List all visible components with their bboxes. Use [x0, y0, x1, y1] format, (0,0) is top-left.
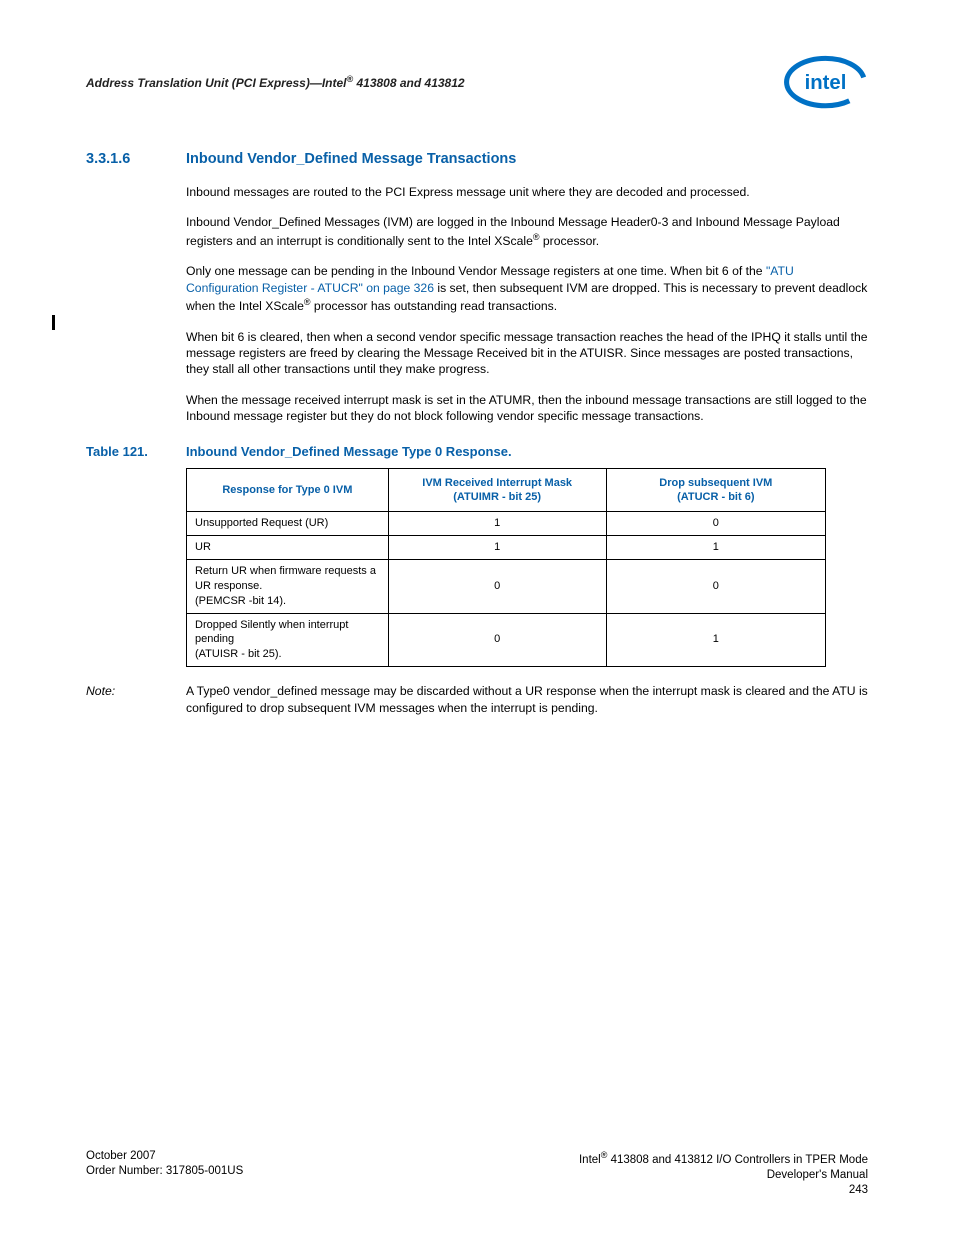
- paragraph: When the message received interrupt mask…: [186, 392, 868, 425]
- table-row: Dropped Silently when interrupt pending …: [187, 613, 826, 667]
- cell: Unsupported Request (UR): [187, 512, 389, 536]
- cell: 1: [388, 512, 606, 536]
- page-header: Address Translation Unit (PCI Express)—I…: [86, 55, 868, 110]
- footer-pagenum: 243: [579, 1183, 868, 1199]
- section-title: Inbound Vendor_Defined Message Transacti…: [186, 150, 516, 170]
- note-label: Note:: [86, 683, 186, 716]
- footer-product: Intel® 413808 and 413812 I/O Controllers…: [579, 1149, 868, 1168]
- paragraph: Only one message can be pending in the I…: [186, 263, 868, 314]
- footer-date: October 2007: [86, 1149, 243, 1165]
- col-header: IVM Received Interrupt Mask(ATUIMR - bit…: [388, 469, 606, 512]
- revision-bar: [52, 315, 55, 330]
- table-label: Table 121.: [86, 443, 186, 461]
- footer-order: Order Number: 317805-001US: [86, 1164, 243, 1180]
- col-header: Drop subsequent IVM(ATUCR - bit 6): [606, 469, 825, 512]
- table-caption-row: Table 121. Inbound Vendor_Defined Messag…: [86, 443, 868, 461]
- svg-text:intel: intel: [805, 72, 847, 94]
- paragraph: Inbound messages are routed to the PCI E…: [186, 184, 868, 200]
- cell: 0: [606, 560, 825, 614]
- intel-logo: intel: [783, 55, 868, 110]
- section-heading: 3.3.1.6 Inbound Vendor_Defined Message T…: [86, 150, 868, 170]
- table-row: UR11: [187, 536, 826, 560]
- cell: 0: [388, 560, 606, 614]
- note-text: A Type0 vendor_defined message may be di…: [186, 683, 868, 716]
- table-row: Return UR when firmware requests a UR re…: [187, 560, 826, 614]
- table-row: Unsupported Request (UR)10: [187, 512, 826, 536]
- col-header: Response for Type 0 IVM: [187, 469, 389, 512]
- cell: 1: [388, 536, 606, 560]
- note-row: Note: A Type0 vendor_defined message may…: [86, 683, 868, 716]
- table-caption: Inbound Vendor_Defined Message Type 0 Re…: [186, 443, 512, 461]
- footer-doc: Developer's Manual: [579, 1168, 868, 1184]
- cell: 0: [606, 512, 825, 536]
- cell: Dropped Silently when interrupt pending …: [187, 613, 389, 667]
- cell: 0: [388, 613, 606, 667]
- table-row: Response for Type 0 IVM IVM Received Int…: [187, 469, 826, 512]
- header-title: Address Translation Unit (PCI Express)—I…: [86, 73, 465, 91]
- response-table: Response for Type 0 IVM IVM Received Int…: [186, 468, 826, 667]
- paragraph: Inbound Vendor_Defined Messages (IVM) ar…: [186, 214, 868, 249]
- paragraph: When bit 6 is cleared, then when a secon…: [186, 329, 868, 378]
- section-number: 3.3.1.6: [86, 150, 186, 170]
- cell: 1: [606, 613, 825, 667]
- cell: Return UR when firmware requests a UR re…: [187, 560, 389, 614]
- cell: 1: [606, 536, 825, 560]
- page-footer: October 2007 Order Number: 317805-001US …: [86, 1149, 868, 1199]
- cell: UR: [187, 536, 389, 560]
